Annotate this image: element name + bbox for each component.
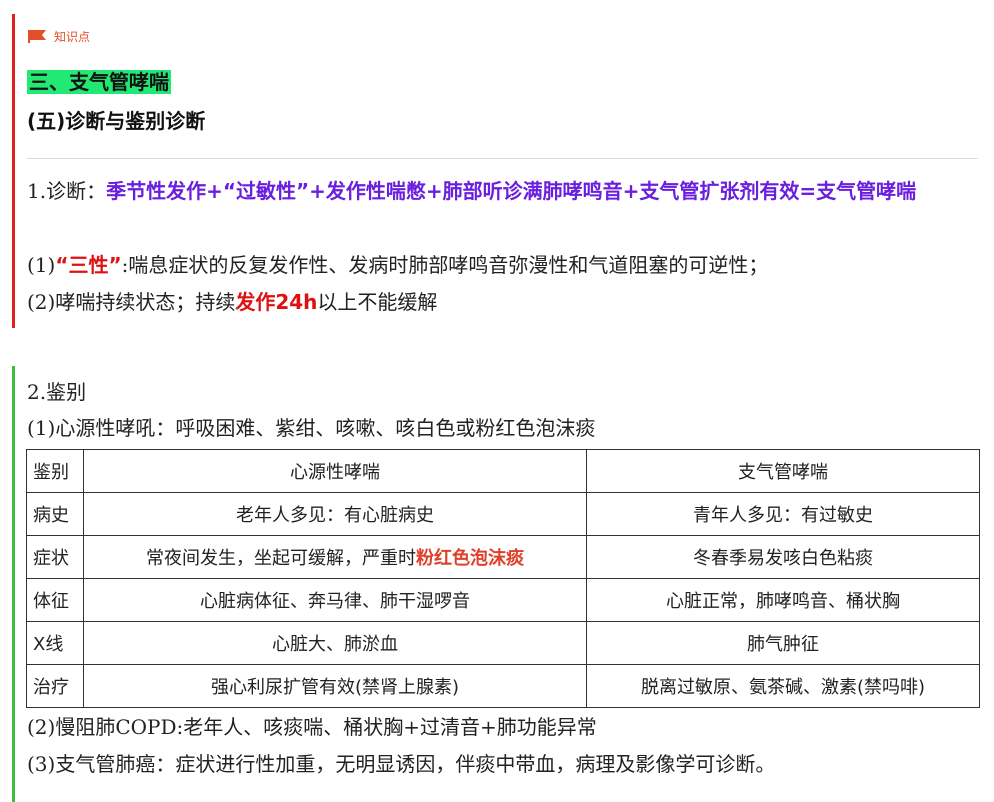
table-header: 鉴别 — [26, 449, 84, 493]
knowledge-tag: 知识点 — [28, 28, 90, 45]
differential-item-1: (1)心源性哮吼：呼吸困难、紫绀、咳嗽、咳白色或粉红色泡沫痰 — [27, 416, 596, 440]
section-subtitle: (五)诊断与鉴别诊断 — [27, 109, 206, 133]
attack-24h-key: 发作24h — [235, 290, 318, 314]
row-label: 病史 — [26, 492, 84, 536]
tag-label: 知识点 — [54, 30, 91, 44]
table-row: 体征 心脏病体征、奔马律、肺干湿啰音 心脏正常，肺哮鸣音、桶状胸 — [26, 578, 980, 622]
table-row: 病史 老年人多见：有心脏病史 青年人多见：有过敏史 — [26, 492, 980, 536]
table-header-row: 鉴别 心源性哮喘 支气管哮喘 — [26, 449, 980, 493]
section-title: 三、支气管哮喘 — [27, 70, 171, 94]
cardiac-cell: 老年人多见：有心脏病史 — [83, 492, 587, 536]
knowledge-block-marker — [12, 14, 15, 328]
cardiac-cell: 强心利尿扩管有效(禁肾上腺素) — [83, 664, 587, 708]
diagnosis-lead: 1.诊断： — [27, 179, 107, 203]
bronchial-cell: 冬春季易发咳白色粘痰 — [586, 535, 980, 579]
table-row: 症状 常夜间发生，坐起可缓解，严重时粉红色泡沫痰 冬春季易发咳白色粘痰 — [26, 535, 980, 579]
row-label: X线 — [26, 621, 84, 665]
table-row: X线 心脏大、肺淤血 肺气肿征 — [26, 621, 980, 665]
table-row: 治疗 强心利尿扩管有效(禁肾上腺素) 脱离过敏原、氨茶碱、激素(禁吗啡) — [26, 664, 980, 708]
cardiac-cell: 常夜间发生，坐起可缓解，严重时粉红色泡沫痰 — [83, 535, 587, 579]
three-features-key: “三性” — [55, 253, 122, 277]
flag-icon — [28, 30, 46, 43]
row-label: 症状 — [26, 535, 84, 579]
cardiac-cell: 心脏大、肺淤血 — [83, 621, 587, 665]
cardiac-cell: 心脏病体征、奔马律、肺干湿啰音 — [83, 578, 587, 622]
bronchial-cell: 心脏正常，肺哮鸣音、桶状胸 — [586, 578, 980, 622]
pink-sputum-key: 粉红色泡沫痰 — [416, 548, 524, 569]
differential-block-marker — [12, 366, 15, 802]
differential-item-2: (2)慢阻肺COPD:老年人、咳痰喘、桶状胸+过清音+肺功能异常 — [27, 715, 597, 739]
table-header: 支气管哮喘 — [586, 449, 980, 493]
diagnosis-item-1: (1)“三性”:喘息症状的反复发作性、发病时肺部哮鸣音弥漫性和气道阻塞的可逆性； — [27, 253, 769, 277]
divider — [27, 158, 978, 159]
bronchial-cell: 脱离过敏原、氨茶碱、激素(禁吗啡) — [586, 664, 980, 708]
differential-item-3: (3)支气管肺癌：症状进行性加重，无明显诱因，伴痰中带血，病理及影像学可诊断。 — [27, 752, 776, 776]
row-label: 体征 — [26, 578, 84, 622]
diagnosis-formula-text: 季节性发作+“过敏性”+发作性喘憋+肺部听诊满肺哮鸣音+支气管扩张剂有效=支气管… — [106, 179, 917, 203]
bronchial-cell: 肺气肿征 — [586, 621, 980, 665]
bronchial-cell: 青年人多见：有过敏史 — [586, 492, 980, 536]
diagnosis-formula: 1.诊断：季节性发作+“过敏性”+发作性喘憋+肺部听诊满肺哮鸣音+支气管扩张剂有… — [27, 173, 972, 209]
diagnosis-item-2: (2)哮喘持续状态；持续发作24h以上不能缓解 — [27, 290, 438, 314]
comparison-table: 鉴别 心源性哮喘 支气管哮喘 病史 老年人多见：有心脏病史 青年人多见：有过敏史… — [26, 449, 980, 708]
table-header: 心源性哮喘 — [83, 449, 587, 493]
differential-title: 2.鉴别 — [27, 380, 87, 404]
row-label: 治疗 — [26, 664, 84, 708]
